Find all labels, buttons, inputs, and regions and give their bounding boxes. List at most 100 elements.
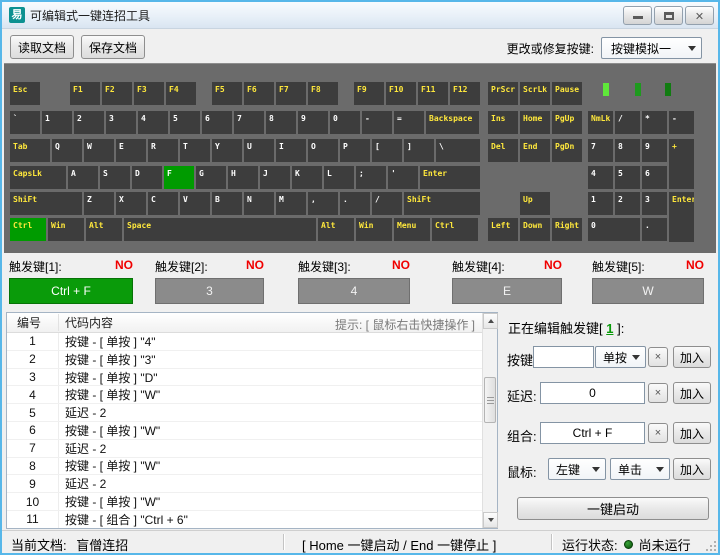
trigger-key-button-3[interactable]: 4 (298, 278, 410, 304)
key-up[interactable]: Up (520, 192, 550, 215)
table-row[interactable]: 3按键 - [ 单按 ] "D" (7, 369, 482, 387)
key-9[interactable]: 9 (298, 111, 328, 134)
key-menu[interactable]: Menu (394, 218, 430, 241)
key-ctrl[interactable]: Ctrl (10, 218, 46, 241)
key-4[interactable]: 4 (138, 111, 168, 134)
scroll-down-button[interactable] (483, 512, 498, 528)
mouse-button-select[interactable]: 左键 (548, 458, 606, 480)
delay-add-button[interactable]: 加入 (673, 382, 711, 404)
key-win[interactable]: Win (48, 218, 84, 241)
key-f9[interactable]: F9 (354, 82, 384, 105)
scrollbar-thumb[interactable] (484, 377, 496, 423)
table-row[interactable]: 6按键 - [ 单按 ] "W" (7, 422, 482, 440)
key-prscr[interactable]: PrScr (488, 82, 518, 105)
key-3[interactable]: 3 (642, 192, 667, 215)
key-sym[interactable]: ] (404, 139, 434, 162)
trigger-key-button-2[interactable]: 3 (155, 278, 264, 304)
key-8[interactable]: 8 (266, 111, 296, 134)
key-sym[interactable]: + (669, 139, 694, 189)
delay-delete-button[interactable]: × (648, 383, 668, 403)
key-home[interactable]: Home (520, 111, 550, 134)
key-z[interactable]: Z (84, 192, 114, 215)
key-y[interactable]: Y (212, 139, 242, 162)
key-b[interactable]: B (212, 192, 242, 215)
mouse-add-button[interactable]: 加入 (673, 458, 711, 480)
key-sym[interactable]: * (642, 111, 667, 134)
key-1[interactable]: 1 (588, 192, 613, 215)
key-delete-button[interactable]: × (648, 347, 668, 367)
key-alt[interactable]: Alt (318, 218, 354, 241)
key-t[interactable]: T (180, 139, 210, 162)
key-down[interactable]: Down (520, 218, 550, 241)
key-7[interactable]: 7 (234, 111, 264, 134)
key-left[interactable]: Left (488, 218, 518, 241)
key-e[interactable]: E (116, 139, 146, 162)
key-o[interactable]: O (308, 139, 338, 162)
minimize-button[interactable] (623, 6, 652, 25)
key-f8[interactable]: F8 (308, 82, 338, 105)
key-right[interactable]: Right (552, 218, 582, 241)
key-sym[interactable]: - (362, 111, 392, 134)
key-f5[interactable]: F5 (212, 82, 242, 105)
key-c[interactable]: C (148, 192, 178, 215)
combo-delete-button[interactable]: × (648, 423, 668, 443)
key-7[interactable]: 7 (588, 139, 613, 162)
key-sym[interactable]: ; (356, 166, 386, 189)
key-6[interactable]: 6 (642, 166, 667, 189)
key-8[interactable]: 8 (615, 139, 640, 162)
key-v[interactable]: V (180, 192, 210, 215)
key-f7[interactable]: F7 (276, 82, 306, 105)
table-row[interactable]: 9延迟 - 2 (7, 475, 482, 493)
table-row[interactable]: 2按键 - [ 单按 ] "3" (7, 351, 482, 369)
key-shift[interactable]: ShiFt (404, 192, 480, 215)
key-9[interactable]: 9 (642, 139, 667, 162)
key-a[interactable]: A (68, 166, 98, 189)
key-1[interactable]: 1 (42, 111, 72, 134)
key-alt[interactable]: Alt (86, 218, 122, 241)
trigger-key-button-1[interactable]: Ctrl + F (9, 278, 133, 304)
key-0[interactable]: 0 (330, 111, 360, 134)
title-bar[interactable]: 易 可编辑式一键连招工具 (2, 2, 718, 29)
key-press-mode-select[interactable]: 单按 (595, 346, 646, 368)
key-x[interactable]: X (116, 192, 146, 215)
key-nmlk[interactable]: NmLk (588, 111, 613, 134)
combo-input[interactable] (540, 422, 645, 444)
key-f[interactable]: F (164, 166, 194, 189)
table-row[interactable]: 5延迟 - 2 (7, 404, 482, 422)
key-h[interactable]: H (228, 166, 258, 189)
key-w[interactable]: W (84, 139, 114, 162)
key-sym[interactable]: ` (10, 111, 40, 134)
scroll-up-button[interactable] (483, 313, 498, 329)
delay-input[interactable] (540, 382, 645, 404)
key-sym[interactable]: [ (372, 139, 402, 162)
key-f10[interactable]: F10 (386, 82, 416, 105)
table-row[interactable]: 10按键 - [ 单按 ] "W" (7, 493, 482, 511)
table-scrollbar[interactable] (482, 313, 497, 528)
key-k[interactable]: K (292, 166, 322, 189)
resize-grip[interactable] (704, 539, 716, 551)
key-enter[interactable]: Enter (669, 192, 694, 242)
key-l[interactable]: L (324, 166, 354, 189)
key-ins[interactable]: Ins (488, 111, 518, 134)
key-enter[interactable]: Enter (420, 166, 480, 189)
key-sym[interactable]: / (372, 192, 402, 215)
save-doc-button[interactable]: 保存文档 (81, 35, 145, 59)
key-sym[interactable]: . (340, 192, 370, 215)
table-row[interactable]: 7延迟 - 2 (7, 440, 482, 458)
key-sym[interactable]: ' (388, 166, 418, 189)
key-q[interactable]: Q (52, 139, 82, 162)
key-f12[interactable]: F12 (450, 82, 480, 105)
key-4[interactable]: 4 (588, 166, 613, 189)
key-i[interactable]: I (276, 139, 306, 162)
combo-add-button[interactable]: 加入 (673, 422, 711, 444)
key-f6[interactable]: F6 (244, 82, 274, 105)
one-key-start-button[interactable]: 一键启动 (517, 497, 709, 520)
key-capslk[interactable]: CapsLk (10, 166, 66, 189)
key-ctrl[interactable]: Ctrl (432, 218, 478, 241)
key-input[interactable] (533, 346, 594, 368)
key-f2[interactable]: F2 (102, 82, 132, 105)
key-shift[interactable]: ShiFt (10, 192, 82, 215)
key-sym[interactable]: = (394, 111, 424, 134)
key-6[interactable]: 6 (202, 111, 232, 134)
key-5[interactable]: 5 (615, 166, 640, 189)
